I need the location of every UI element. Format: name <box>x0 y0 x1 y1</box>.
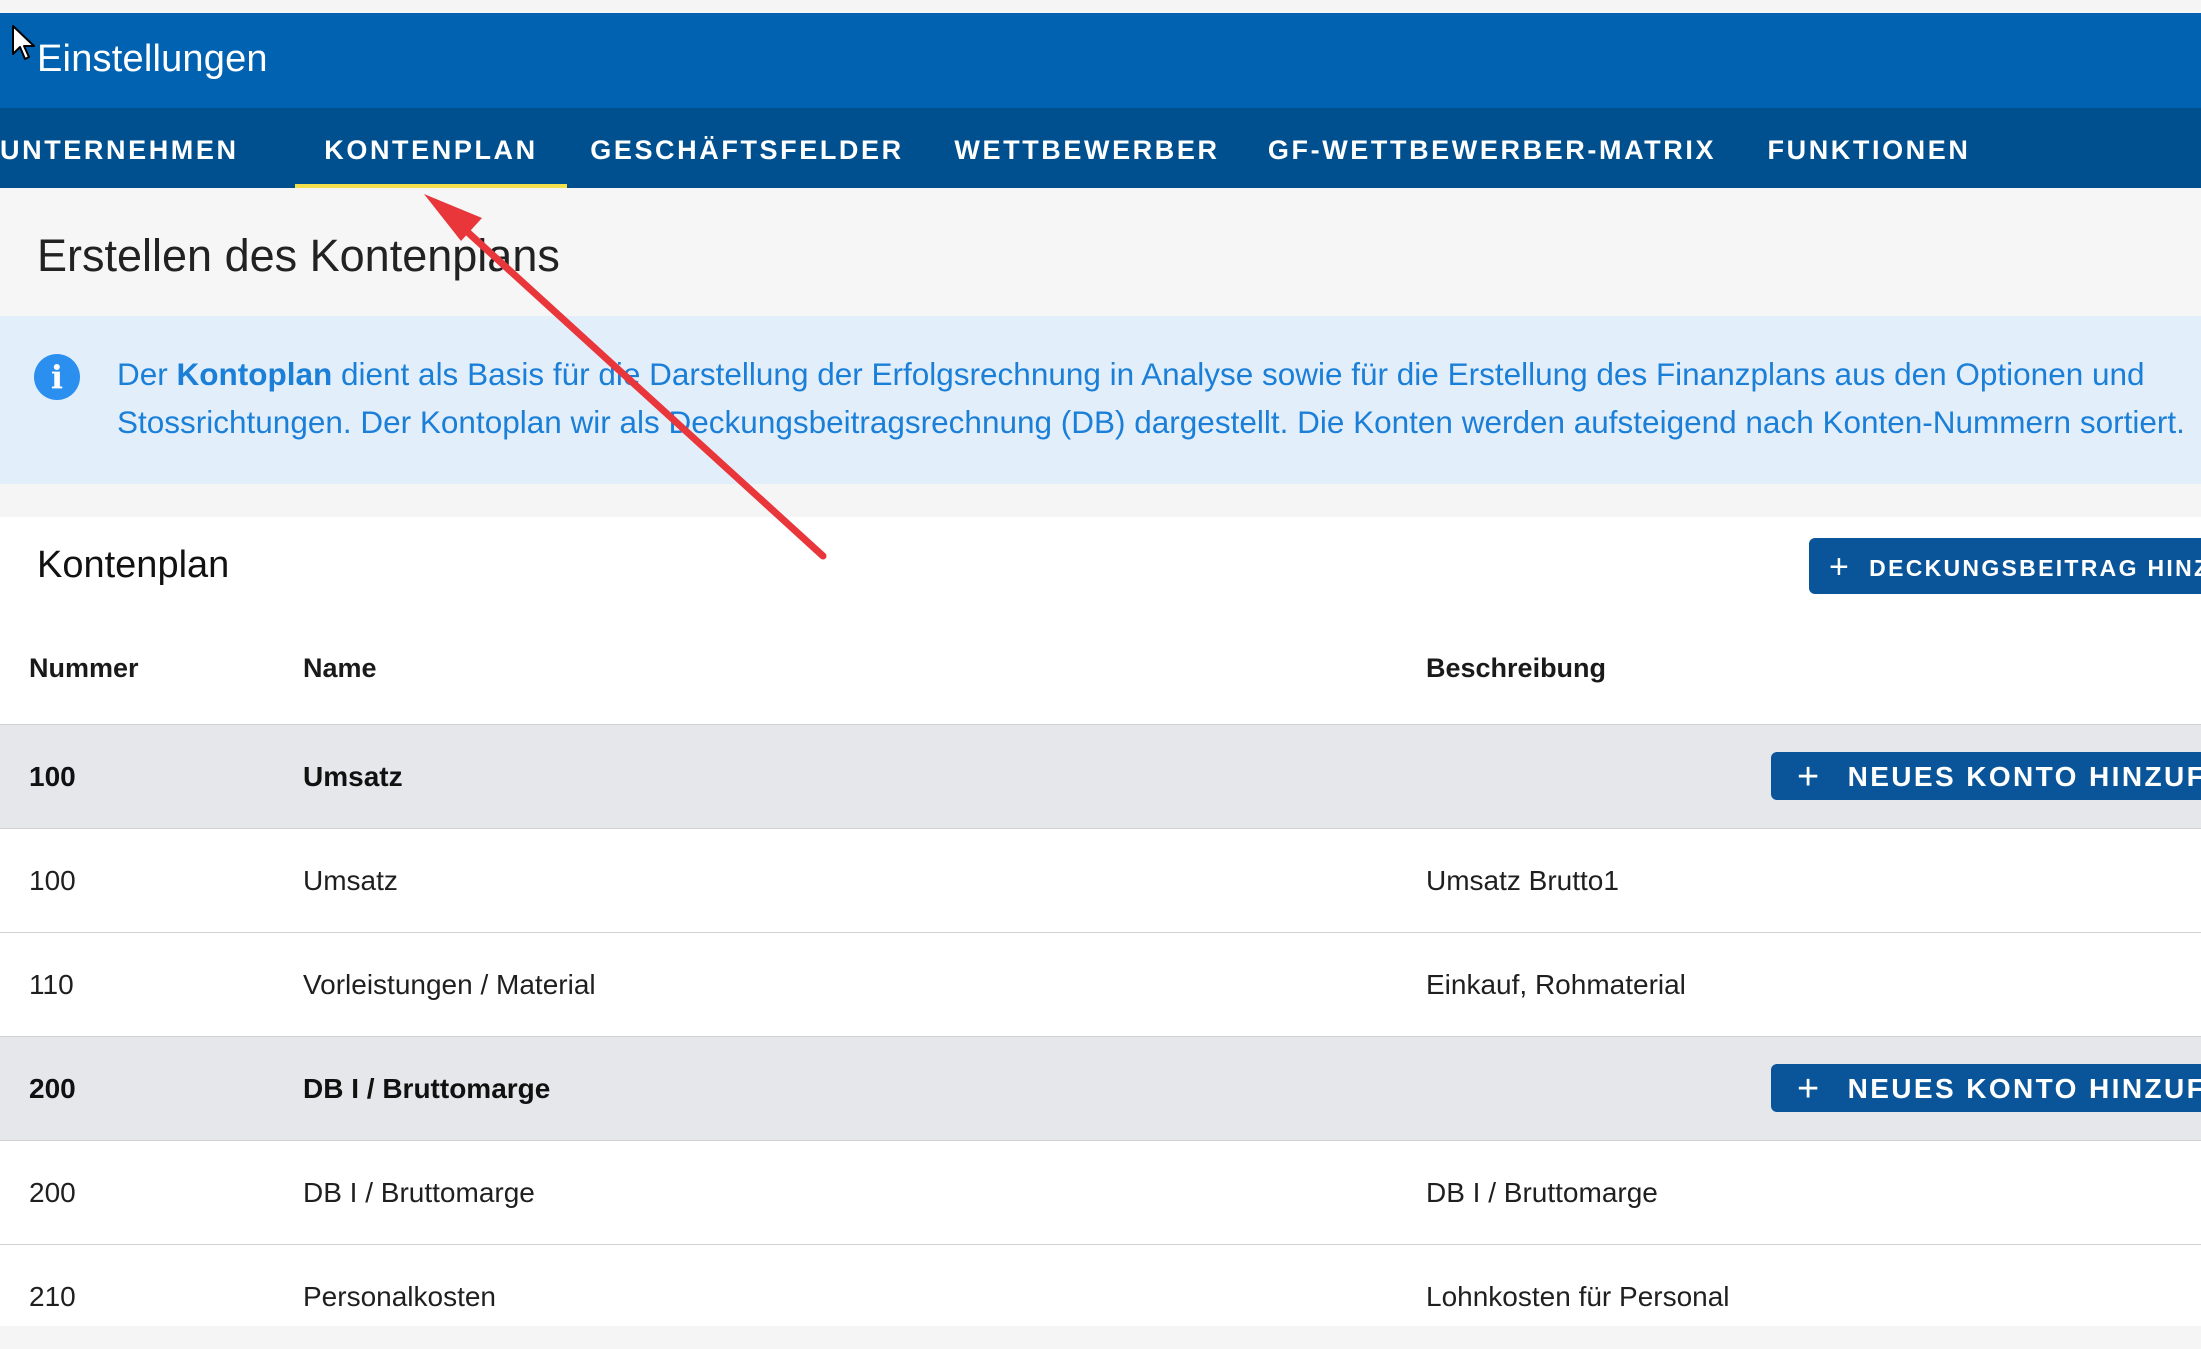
tab-geschaeftsfelder[interactable]: GESCHÄFTSFELDER <box>582 108 912 188</box>
table-group-row: 100 Umsatz + NEUES KONTO HINZUFÜGEN <box>0 724 2201 828</box>
add-deckungsbeitrag-label: DECKUNGSBEITRAG HINZUFÜGEN <box>1869 555 2201 581</box>
add-account-label: NEUES KONTO HINZUFÜGEN <box>1847 1073 2201 1104</box>
row-nummer: 200 <box>29 1073 76 1104</box>
tab-wettbewerber[interactable]: WETTBEWERBER <box>942 108 1232 188</box>
info-text-rest: dient als Basis für die Darstellung der … <box>332 356 2145 392</box>
section-title: Kontenplan <box>37 544 230 586</box>
add-account-button[interactable]: + NEUES KONTO HINZUFÜGEN <box>1771 752 2201 800</box>
info-text-bold: Kontoplan <box>176 356 333 392</box>
row-nummer: 100 <box>29 761 76 792</box>
row-name: DB I / Bruttomarge <box>303 1073 551 1104</box>
page-header: Erstellen des Kontenplans <box>0 188 2201 316</box>
row-name: Personalkosten <box>303 1281 497 1312</box>
table-row[interactable]: 100 Umsatz Umsatz Brutto1 <box>0 828 2201 932</box>
row-name: DB I / Bruttomarge <box>303 1177 535 1208</box>
row-beschreibung: DB I / Bruttomarge <box>1426 1177 1658 1208</box>
page-title: Erstellen des Kontenplans <box>37 230 560 281</box>
row-name: Umsatz <box>303 761 403 792</box>
info-text-line-1: Der Kontoplan dient als Basis für die Da… <box>117 356 2145 393</box>
row-nummer: 110 <box>29 969 74 1000</box>
info-text-prefix: Der <box>117 356 177 392</box>
row-name: Umsatz <box>303 865 398 896</box>
kontenplan-card: Kontenplan + DECKUNGSBEITRAG HINZUFÜGEN N… <box>0 517 2201 1326</box>
column-header-name: Name <box>303 653 377 683</box>
row-nummer: 100 <box>29 865 76 896</box>
row-name: Vorleistungen / Material <box>303 969 596 1000</box>
table-group-row: 200 DB I / Bruttomarge + NEUES KONTO HINZ… <box>0 1036 2201 1140</box>
plus-icon: + <box>1797 756 1822 798</box>
tab-funktionen[interactable]: FUNKTIONEN <box>1752 108 1986 188</box>
plus-icon: + <box>1829 548 1852 586</box>
add-account-label: NEUES KONTO HINZUFÜGEN <box>1847 761 2201 792</box>
info-banner <box>0 316 2201 484</box>
tab-gf-wettbewerber-matrix[interactable]: GF-WETTBEWERBER-MATRIX <box>1262 108 1722 188</box>
column-header-nummer: Nummer <box>29 653 139 683</box>
window-title: Einstellungen <box>37 38 268 80</box>
mouse-cursor-icon <box>12 25 35 60</box>
title-bar: Einstellungen <box>0 13 2201 108</box>
table-row[interactable]: 200 DB I / Bruttomarge DB I / Bruttomarg… <box>0 1140 2201 1244</box>
table-row[interactable]: 210 Personalkosten Lohnkosten für Person… <box>0 1244 2201 1348</box>
plus-icon: + <box>1797 1068 1822 1110</box>
row-nummer: 210 <box>29 1281 76 1312</box>
tab-bar: UNTERNEHMEN KONTENPLAN GESCHÄFTSFELDER W… <box>0 108 2201 188</box>
row-beschreibung: Umsatz Brutto1 <box>1426 865 1619 896</box>
row-nummer: 200 <box>29 1177 76 1208</box>
add-deckungsbeitrag-button[interactable]: + DECKUNGSBEITRAG HINZUFÜGEN <box>1809 538 2201 594</box>
info-icon: i <box>34 354 80 400</box>
tab-unternehmen[interactable]: UNTERNEHMEN <box>0 108 236 188</box>
tab-kontenplan[interactable]: KONTENPLAN <box>295 108 567 188</box>
add-account-button[interactable]: + NEUES KONTO HINZUFÜGEN <box>1771 1064 2201 1112</box>
table-row[interactable]: 110 Vorleistungen / Material Einkauf, Ro… <box>0 932 2201 1036</box>
column-header-beschreibung: Beschreibung <box>1426 653 1607 683</box>
row-beschreibung: Einkauf, Rohmaterial <box>1426 969 1686 1000</box>
info-text-line-2: Stossrichtungen. Der Kontoplan wir als D… <box>117 404 2185 440</box>
row-beschreibung: Lohnkosten für Personal <box>1426 1281 1730 1312</box>
